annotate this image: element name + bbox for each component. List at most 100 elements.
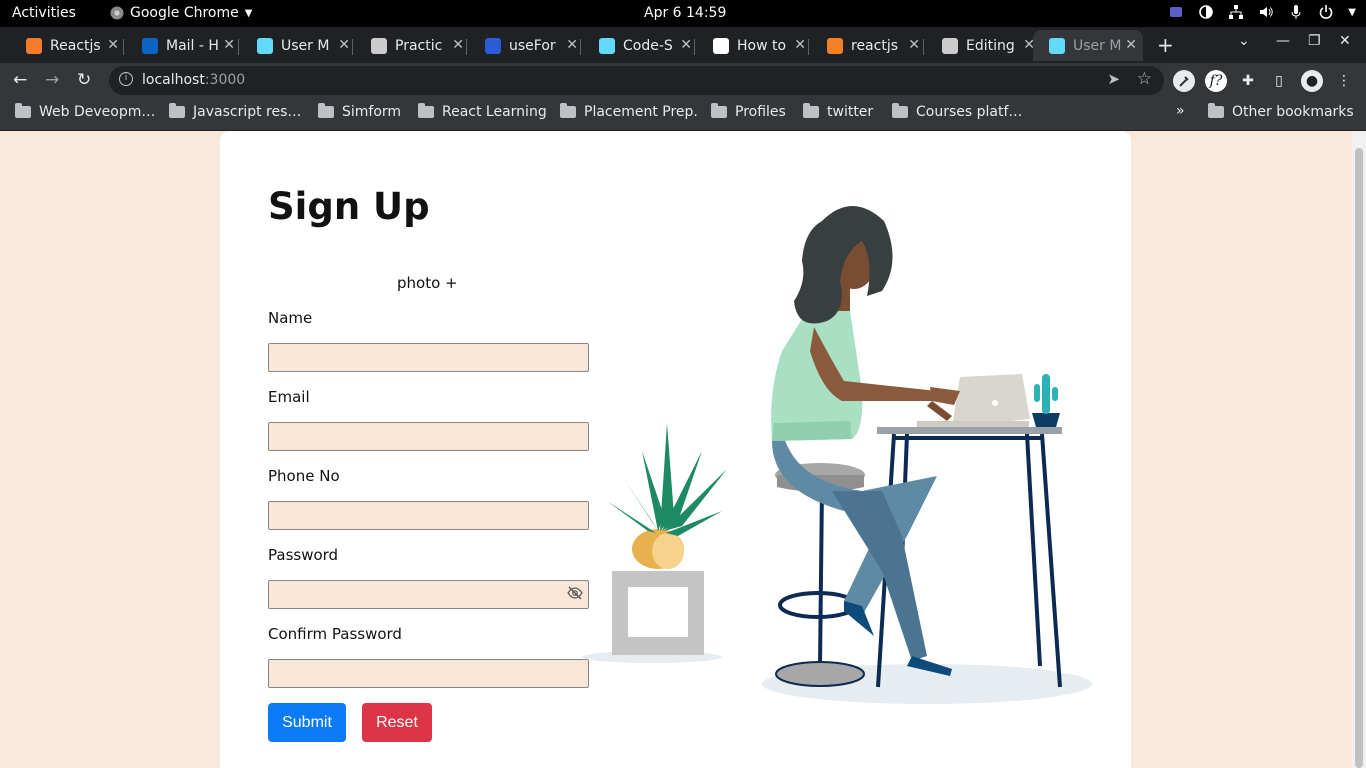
profile-avatar-icon[interactable]: ● bbox=[1301, 70, 1323, 92]
phone-field[interactable] bbox=[268, 501, 589, 530]
extensions-puzzle-icon[interactable]: ✚ bbox=[1237, 70, 1259, 92]
tab-close-icon[interactable]: ✕ bbox=[1125, 37, 1137, 53]
minimize-button[interactable]: — bbox=[1276, 33, 1290, 49]
tab-separator bbox=[123, 39, 124, 55]
submit-button[interactable]: Submit bbox=[268, 703, 346, 742]
browser-tab[interactable]: Editing ✕ bbox=[926, 30, 1041, 61]
bookmark-label: Javascript res… bbox=[193, 104, 302, 120]
activities-button[interactable]: Activities bbox=[12, 5, 76, 21]
tab-close-icon[interactable]: ✕ bbox=[566, 37, 578, 53]
forward-button[interactable]: → bbox=[45, 70, 59, 90]
url-port: :3000 bbox=[204, 72, 246, 88]
tab-close-icon[interactable]: ✕ bbox=[107, 37, 119, 53]
bookmark-label: Courses platf… bbox=[916, 104, 1023, 120]
chrome-icon bbox=[110, 6, 124, 20]
browser-tab[interactable]: User M ✕ bbox=[1033, 30, 1143, 61]
tab-close-icon[interactable]: ✕ bbox=[223, 37, 235, 53]
extension-eyedropper-icon[interactable] bbox=[1173, 70, 1195, 92]
url-host: localhost bbox=[142, 72, 205, 88]
system-top-bar: Activities Google Chrome ▼ Apr 6 14:59 ▼ bbox=[0, 0, 1366, 27]
bookmark-folder[interactable]: Profiles bbox=[711, 103, 786, 120]
tab-search-icon[interactable]: ⌄ bbox=[1238, 33, 1250, 49]
tab-close-icon[interactable]: ✕ bbox=[452, 37, 464, 53]
system-tray[interactable]: ▼ bbox=[1168, 4, 1356, 20]
tab-label: Practic bbox=[395, 37, 443, 54]
tab-close-icon[interactable]: ✕ bbox=[680, 37, 692, 53]
tab-favicon-icon bbox=[26, 37, 42, 54]
tab-separator bbox=[923, 39, 924, 55]
new-tab-button[interactable]: + bbox=[1157, 33, 1174, 57]
confirm-password-field[interactable] bbox=[268, 659, 589, 688]
bookmark-folder[interactable]: Courses platf… bbox=[892, 103, 1023, 120]
menu-kebab-icon[interactable]: ⋮ bbox=[1333, 70, 1355, 92]
scrollbar-thumb[interactable] bbox=[1355, 148, 1363, 768]
name-label: Name bbox=[268, 309, 313, 327]
email-field[interactable] bbox=[268, 422, 589, 451]
browser-tab[interactable]: Practic ✕ bbox=[355, 30, 470, 61]
power-icon bbox=[1320, 5, 1333, 19]
browser-tab[interactable]: Code-S ✕ bbox=[583, 30, 698, 61]
reload-button[interactable]: ↻ bbox=[77, 70, 91, 90]
close-window-button[interactable]: ✕ bbox=[1339, 33, 1351, 49]
bookmark-label: Web Deveopm… bbox=[39, 104, 156, 120]
tab-separator bbox=[694, 39, 695, 55]
browser-tab[interactable]: Mail - H ✕ bbox=[126, 30, 241, 61]
address-bar[interactable]: i localhost:3000 ➤ ☆ bbox=[109, 66, 1164, 95]
tab-separator bbox=[580, 39, 581, 55]
bookmark-folder[interactable]: twitter bbox=[803, 103, 873, 120]
tab-close-icon[interactable]: ✕ bbox=[794, 37, 806, 53]
tab-label: User M bbox=[1073, 37, 1122, 54]
browser-tab[interactable]: Reactjs ✕ bbox=[10, 30, 125, 61]
bookmark-label: Placement Prep. bbox=[584, 104, 698, 120]
more-bookmarks-icon[interactable]: » bbox=[1176, 103, 1185, 119]
name-field[interactable] bbox=[268, 343, 589, 372]
page-scrollbar[interactable] bbox=[1352, 131, 1366, 768]
browser-tab[interactable]: How to ✕ bbox=[697, 30, 812, 61]
bookmarks-bar: Web Deveopm… Javascript res… Simform React … bbox=[0, 97, 1366, 131]
other-bookmarks-label: Other bookmarks bbox=[1232, 104, 1354, 120]
url-text: localhost:3000 bbox=[142, 72, 245, 88]
tab-favicon-icon bbox=[713, 37, 729, 54]
signup-illustration bbox=[582, 206, 1092, 704]
bookmark-star-icon[interactable]: ☆ bbox=[1137, 69, 1152, 89]
site-info-icon[interactable]: i bbox=[119, 72, 133, 86]
extension-fx-icon[interactable]: f? bbox=[1205, 70, 1227, 92]
page-viewport: Sign Up photo + Name Email Phone No Pass… bbox=[0, 131, 1352, 768]
browser-tab[interactable]: useFor ✕ bbox=[469, 30, 584, 61]
bookmark-folder[interactable]: Web Deveopm… bbox=[15, 103, 156, 120]
browser-tab[interactable]: User M ✕ bbox=[241, 30, 356, 61]
password-field[interactable] bbox=[268, 580, 589, 609]
browser-tab[interactable]: reactjs ✕ bbox=[811, 30, 926, 61]
back-button[interactable]: ← bbox=[13, 70, 27, 90]
folder-icon bbox=[169, 103, 185, 118]
send-tab-icon[interactable]: ➤ bbox=[1107, 70, 1120, 88]
photo-upload-button[interactable]: photo + bbox=[397, 274, 458, 292]
microphone-icon bbox=[1291, 5, 1301, 19]
reset-button[interactable]: Reset bbox=[362, 703, 432, 742]
app-menu[interactable]: Google Chrome ▼ bbox=[110, 5, 252, 21]
page-title: Sign Up bbox=[268, 185, 430, 228]
email-label: Email bbox=[268, 388, 310, 406]
tab-favicon-icon bbox=[599, 37, 615, 54]
bookmark-folder[interactable]: Placement Prep. bbox=[560, 103, 698, 120]
folder-icon bbox=[1208, 103, 1224, 118]
tab-separator bbox=[466, 39, 467, 55]
bookmark-folder[interactable]: Simform bbox=[318, 103, 401, 120]
folder-icon bbox=[560, 103, 576, 118]
maximize-button[interactable]: ❐ bbox=[1308, 33, 1321, 49]
volume-icon bbox=[1260, 7, 1274, 17]
bookmark-folder[interactable]: React Learning bbox=[418, 103, 547, 120]
chevron-down-icon: ▼ bbox=[1348, 6, 1356, 18]
clock[interactable]: Apr 6 14:59 bbox=[644, 5, 726, 21]
bookmark-folder[interactable]: Javascript res… bbox=[169, 103, 302, 120]
tab-label: Reactjs bbox=[50, 37, 101, 54]
folder-icon bbox=[318, 103, 334, 118]
eye-slash-icon[interactable] bbox=[567, 585, 583, 601]
other-bookmarks[interactable]: Other bookmarks bbox=[1208, 103, 1354, 120]
tab-close-icon[interactable]: ✕ bbox=[908, 37, 920, 53]
tab-close-icon[interactable]: ✕ bbox=[338, 37, 350, 53]
tab-label: User M bbox=[281, 37, 330, 54]
signup-card: Sign Up photo + Name Email Phone No Pass… bbox=[220, 131, 1131, 768]
side-panel-icon[interactable]: ▯ bbox=[1268, 70, 1290, 92]
folder-icon bbox=[418, 103, 434, 118]
